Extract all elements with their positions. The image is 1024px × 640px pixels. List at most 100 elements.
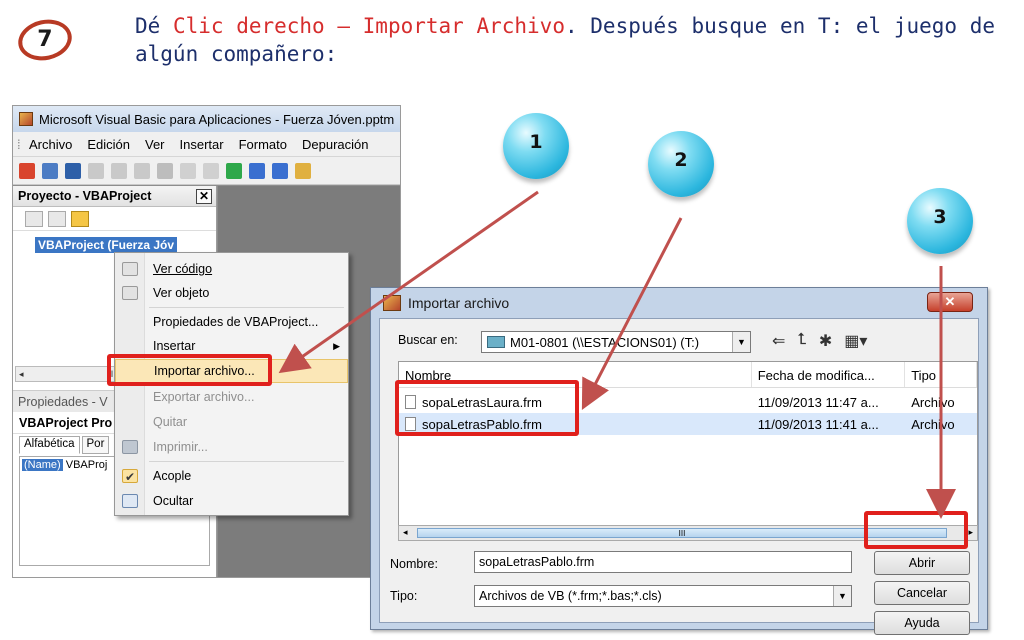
file-type: Archivo [911,416,955,432]
checkmark-icon: ✔ [122,469,138,484]
lookin-select[interactable]: M01-0801 (\\ESTACIONS01) (T:) ▼ [481,331,751,353]
network-drive-icon [487,336,505,348]
import-file-dialog: Importar archivo ✕ Buscar en: M01-0801 (… [370,287,988,635]
menu-item-exportar-archivo[interactable]: Exportar archivo... [115,385,348,409]
callout-2-number: 2 [674,149,688,171]
copy-icon[interactable] [111,162,127,179]
view-powerpoint-icon[interactable] [19,162,35,179]
help-button[interactable]: Ayuda [874,611,970,635]
printer-icon [122,440,138,454]
chevron-down-icon[interactable]: ▼ [732,332,750,352]
tree-node-vbaproject[interactable]: VBAProject (Fuerza Jóv [35,237,178,253]
column-fecha[interactable]: Fecha de modifica... [752,362,906,387]
cancel-button[interactable]: Cancelar [874,581,970,605]
vba-menu-bar: ⁞ Archivo Edición Ver Insertar Formato D… [13,132,400,157]
project-panel-title: Proyecto - VBAProject [18,189,152,203]
menu-insertar[interactable]: Insertar [180,137,224,152]
design-mode-icon[interactable] [295,162,311,179]
vba-toolbar [13,157,400,185]
dialog-title: Importar archivo [408,295,510,311]
filename-input[interactable]: sopaLetrasPablo.frm [474,551,852,573]
menu-ver[interactable]: Ver [145,137,165,152]
vba-title-bar: Microsoft Visual Basic para Aplicaciones… [13,106,400,132]
menu-formato[interactable]: Formato [239,137,287,152]
window-icon [122,494,138,508]
name-label: Nombre: [390,557,438,571]
filetype-select[interactable]: Archivos de VB (*.frm;*.bas;*.cls) ▼ [474,585,852,607]
menu-item-propiedades[interactable]: Propiedades de VBAProject... [115,310,348,334]
highlight-file-list [395,380,579,436]
filetype-value: Archivos de VB (*.frm;*.bas;*.cls) [479,589,662,603]
run-icon[interactable] [226,162,242,179]
instruction-part1: Dé [135,14,173,38]
instruction-text: Dé Clic derecho – Importar Archivo. Desp… [135,12,995,68]
redo-icon[interactable] [203,162,219,179]
menu-archivo[interactable]: Archivo [29,137,72,152]
undo-icon[interactable] [180,162,196,179]
view-object-icon[interactable] [48,210,66,227]
scroll-left-icon[interactable]: ◂ [19,369,24,380]
file-date: 11/09/2013 11:47 a... [757,394,879,410]
menu-item-imprimir[interactable]: Imprimir... [115,435,348,459]
step-number: 7 [37,27,53,53]
scroll-left-icon[interactable]: ◂ [403,527,408,538]
chevron-down-icon[interactable]: ▼ [833,586,851,606]
view-code-icon[interactable] [25,210,43,227]
file-type: Archivo [911,394,955,410]
highlight-open-button [864,511,968,549]
menu-edicion[interactable]: Edición [87,137,130,152]
toggle-folders-icon[interactable] [71,210,89,227]
type-label: Tipo: [390,589,418,603]
menu-item-ocultar[interactable]: Ocultar [115,489,348,513]
open-button[interactable]: Abrir [874,551,970,575]
callout-1-number: 1 [529,131,543,153]
view-object-icon [122,286,138,300]
save-icon[interactable] [65,162,81,179]
highlight-importar-archivo [107,354,272,386]
project-panel-toolbar [13,207,216,231]
menu-item-ver-codigo[interactable]: Ver código [115,257,348,281]
tab-por-categoria[interactable]: Por [81,436,110,454]
cut-icon[interactable] [88,162,104,179]
insert-userform-icon[interactable] [42,162,58,179]
view-menu-icon[interactable]: ▦▾ [844,331,867,351]
property-value[interactable]: VBAProj [66,459,108,471]
step-badge: 7 [14,14,76,66]
close-icon[interactable]: ✕ [927,292,973,312]
break-icon[interactable] [249,162,265,179]
back-arrow-icon[interactable]: ⇐ [772,331,785,351]
dialog-body: Buscar en: M01-0801 (\\ESTACIONS01) (T:)… [379,318,979,635]
column-tipo[interactable]: Tipo [905,362,977,387]
menu-separator [149,307,344,308]
menu-grip-icon: ⁞ [17,136,21,152]
up-folder-icon[interactable]: ⮤ [797,331,806,351]
new-folder-icon[interactable]: ✱ [819,331,832,351]
callout-3-number: 3 [933,206,947,228]
view-code-icon [122,262,138,276]
lookin-value: M01-0801 (\\ESTACIONS01) (T:) [510,334,700,350]
reset-icon[interactable] [272,162,288,179]
callout-2: 2 [648,131,714,197]
dialog-nav-icons: ⇐ ⮤ ✱ ▦▾ [772,331,867,351]
lookin-label: Buscar en: [398,333,458,347]
menu-item-ver-objeto[interactable]: Ver objeto [115,281,348,305]
submenu-arrow-icon: ▶ [333,340,340,351]
menu-item-acople[interactable]: ✔ Acople [115,464,348,488]
close-icon[interactable]: ✕ [196,188,212,204]
menu-item-quitar[interactable]: Quitar [115,410,348,434]
menu-depuracion[interactable]: Depuración [302,137,369,152]
paste-icon[interactable] [134,162,150,179]
callout-3: 3 [907,188,973,254]
dialog-title-bar: Importar archivo [371,288,987,318]
project-panel-header: Proyecto - VBAProject ✕ [13,186,216,207]
dialog-app-icon [383,295,401,311]
find-icon[interactable] [157,162,173,179]
property-key[interactable]: (Name) [22,459,63,471]
tab-alfabetica[interactable]: Alfabética [19,436,80,454]
instruction-highlight: Clic derecho – Importar Archivo [172,14,565,38]
vba-title: Microsoft Visual Basic para Aplicaciones… [39,111,395,127]
vba-app-icon [19,112,33,126]
callout-1: 1 [503,113,569,179]
scroll-right-icon[interactable]: ▸ [968,527,973,538]
file-date: 11/09/2013 11:41 a... [757,416,879,432]
